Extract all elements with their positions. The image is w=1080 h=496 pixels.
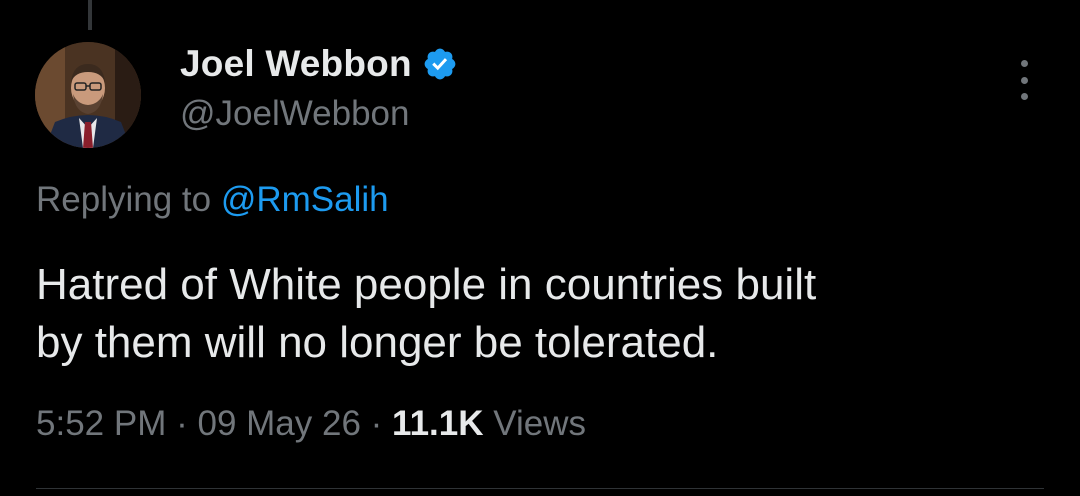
more-dot bbox=[1020, 60, 1028, 67]
verified-badge-icon bbox=[424, 48, 456, 80]
replying-to-label: Replying to bbox=[36, 180, 212, 219]
tweet-date[interactable]: 09 May 26 bbox=[197, 404, 360, 443]
tweet-time[interactable]: 5:52 PM bbox=[36, 404, 166, 443]
tweet-text: Hatred of White people in countries buil… bbox=[36, 256, 1036, 372]
avatar[interactable] bbox=[35, 42, 141, 148]
views-count[interactable]: 11.1K bbox=[392, 404, 483, 443]
author-handle[interactable]: @JoelWebbon bbox=[180, 94, 409, 134]
thread-connector-line bbox=[88, 0, 92, 30]
author-display-name[interactable]: Joel Webbon bbox=[180, 43, 412, 85]
avatar-image bbox=[35, 42, 141, 148]
meta-separator: · bbox=[370, 404, 383, 443]
more-dot bbox=[1020, 93, 1028, 100]
views-label[interactable]: Views bbox=[484, 404, 586, 443]
more-vertical-icon[interactable] bbox=[1014, 60, 1034, 100]
reply-mention-link[interactable]: @RmSalih bbox=[221, 180, 389, 219]
tweet-text-line: by them will no longer be tolerated. bbox=[36, 318, 719, 367]
more-dot bbox=[1020, 76, 1028, 84]
tweet-meta: 5:52 PM · 09 May 26 · 11.1K Views bbox=[36, 404, 586, 444]
author-name-row[interactable]: Joel Webbon bbox=[180, 42, 458, 86]
replying-to: Replying to @RmSalih bbox=[36, 180, 389, 220]
tweet-text-line: Hatred of White people in countries buil… bbox=[36, 260, 817, 309]
divider bbox=[36, 488, 1044, 489]
meta-separator: · bbox=[176, 404, 188, 443]
